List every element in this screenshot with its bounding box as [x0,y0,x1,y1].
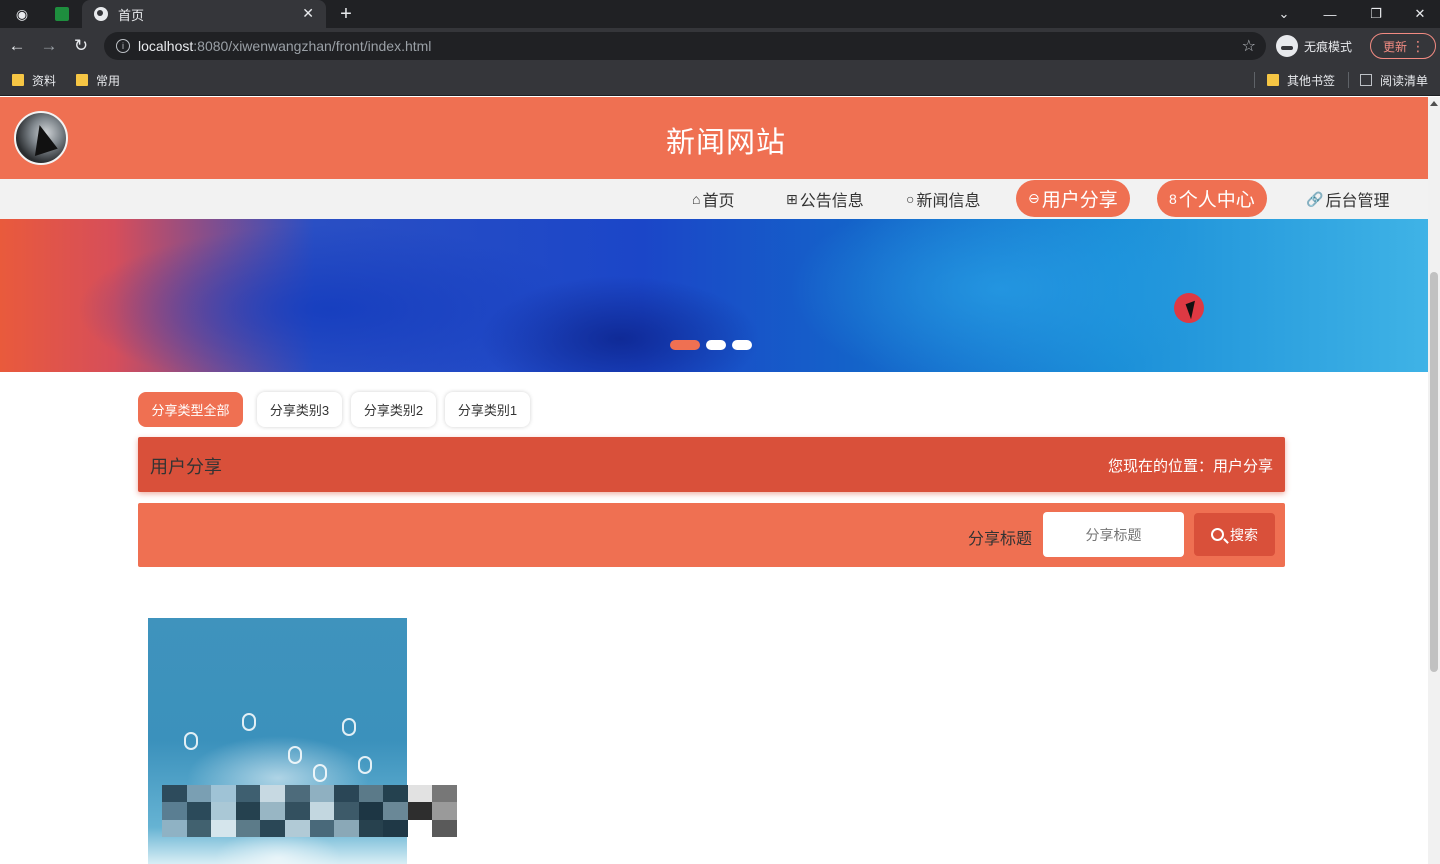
category-3[interactable]: 分享类别3 [257,392,342,427]
update-label: 更新 [1383,39,1408,54]
news-icon: ○ [906,191,915,207]
forward-arrow-icon[interactable]: → [37,34,61,58]
search-input[interactable] [1043,512,1184,557]
other-bookmarks[interactable]: 其他书签 [1267,71,1335,89]
incognito-indicator[interactable]: 无痕模式 [1276,34,1352,58]
nav-label: 新闻信息 [916,193,981,210]
url-host: localhost [138,38,194,54]
user-icon: 8 [1169,190,1177,207]
page-viewport: 新闻网站 ⌂ 首页 ⊞ 公告信息 ○ 新闻信息 ⊖ 用户分享 8 个人中心 🔗 后台管理 分… [0,97,1428,864]
carousel-dot[interactable] [670,340,700,350]
incognito-icon [1276,35,1298,57]
nav-label: 后台管理 [1325,193,1390,210]
network-node-icon [342,718,356,736]
bookmarks-bar: 资料 常用 其他书签 阅读清单 [0,64,1440,96]
breadcrumb: 您现在的位置：用户分享 [1107,458,1273,475]
network-node-icon [313,764,327,782]
reload-icon[interactable]: ↻ [69,34,93,58]
tab-close-icon[interactable]: ✕ [302,5,314,22]
section-title-bar: 用户分享 您现在的位置：用户分享 [138,437,1285,492]
nav-label: 公告信息 [799,193,864,210]
folder-icon [1267,74,1279,86]
nav-announcements[interactable]: ⊞ 公告信息 [786,179,864,219]
nav-label: 首页 [702,193,735,210]
back-arrow-icon[interactable]: ← [5,34,29,58]
tab-favicon-icon [94,7,108,21]
address-bar[interactable]: i localhost:8080/xiwenwangzhan/front/ind… [104,32,1266,60]
new-tab-icon[interactable]: + [334,0,358,28]
bookmark-separator [1254,72,1255,88]
incognito-label: 无痕模式 [1304,39,1353,54]
search-icon [1211,528,1224,541]
nav-label: 用户分享 [1041,190,1118,211]
network-node-icon [184,732,198,750]
category-1[interactable]: 分享类别1 [445,392,530,427]
window-close-icon[interactable]: ✕ [1398,0,1440,28]
pinned-tab-icon[interactable] [44,0,80,28]
search-bar: 分享标题 搜索 [138,503,1285,567]
search-button-label: 搜索 [1230,526,1258,543]
share-icon: ⊖ [1028,190,1040,206]
restore-icon[interactable]: ❐ [1354,0,1398,28]
search-label: 分享标题 [968,531,1033,548]
browser-toolbar: ← → ↻ i localhost:8080/xiwenwangzhan/fro… [0,28,1440,64]
reading-list-icon [1360,74,1372,86]
bookmark-separator [1348,72,1349,88]
scroll-up-arrow-icon[interactable] [1430,101,1438,106]
carousel-dot[interactable] [732,340,752,350]
nav-label: 个人中心 [1178,190,1255,211]
update-button[interactable]: 更新 ⋮ [1370,33,1436,59]
site-header: 新闻网站 [0,97,1428,179]
folder-icon [76,74,88,86]
home-icon: ⌂ [692,191,701,207]
category-2[interactable]: 分享类别2 [351,392,436,427]
url-path: :8080/xiwenwangzhan/front/index.html [193,38,432,54]
site-info-icon[interactable]: i [116,39,130,53]
category-all[interactable]: 分享类型全部 [138,392,243,427]
scrollbar-thumb[interactable] [1430,272,1438,672]
notice-icon: ⊞ [786,190,798,207]
active-tab[interactable]: 首页 ✕ [82,0,326,28]
bookmark-folder-2[interactable]: 常用 [76,71,120,89]
carousel-indicators [670,340,752,350]
nav-admin[interactable]: 🔗 后台管理 [1306,179,1389,219]
tab-search-chevron-icon[interactable]: ⌄ [1262,0,1306,28]
page-scrollbar[interactable] [1428,97,1440,864]
folder-icon [12,74,24,86]
link-icon: 🔗 [1306,190,1324,207]
browser-globe-icon[interactable]: ◉ [4,0,40,28]
menu-dots-icon[interactable]: ⋮ [1411,38,1425,55]
bookmark-label: 阅读清单 [1380,73,1429,88]
nav-news[interactable]: ○ 新闻信息 [906,179,980,219]
network-node-icon [358,756,372,774]
browser-tab-bar: ◉ 首页 ✕ + ⌄ — ❐ ✕ [0,0,1440,28]
search-button[interactable]: 搜索 [1194,513,1275,556]
section-title: 用户分享 [150,457,222,477]
nav-user-share[interactable]: ⊖ 用户分享 [1016,180,1130,217]
main-nav: ⌂ 首页 ⊞ 公告信息 ○ 新闻信息 ⊖ 用户分享 8 个人中心 🔗 后台管理 [0,179,1428,219]
carousel-dot[interactable] [706,340,726,350]
network-node-icon [242,713,256,731]
tab-title: 首页 [118,7,145,23]
network-node-icon [288,746,302,764]
blurred-card-title [162,785,457,837]
site-title: 新闻网站 [665,127,786,159]
bookmark-label: 资料 [32,73,57,88]
reading-list[interactable]: 阅读清单 [1360,71,1428,89]
bookmark-star-icon[interactable]: ☆ [1242,36,1256,56]
minimize-icon[interactable]: — [1308,0,1352,28]
bookmark-label: 其他书签 [1287,73,1336,88]
nav-home[interactable]: ⌂ 首页 [692,179,734,219]
bookmark-label: 常用 [96,73,121,88]
bookmark-folder-1[interactable]: 资料 [12,71,56,89]
nav-user-center[interactable]: 8 个人中心 [1157,180,1267,217]
